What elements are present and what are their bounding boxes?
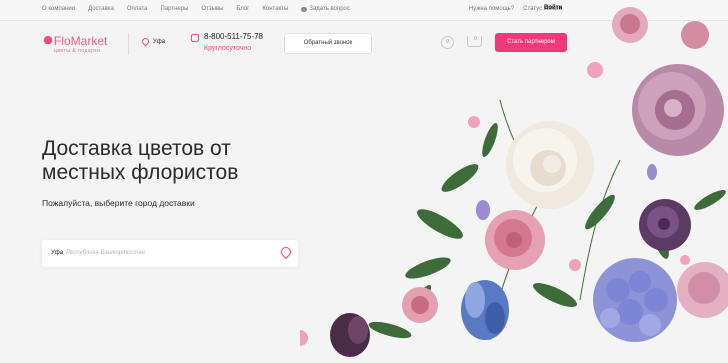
pink-rose-middle: [485, 210, 545, 270]
phone-number[interactable]: 8-800-511-75-78: [204, 32, 263, 41]
logo-name: FloMarket: [54, 34, 108, 48]
nav-link-payment[interactable]: Оплата: [127, 6, 148, 12]
white-peony: [506, 121, 594, 209]
nav-link-blog[interactable]: Блог: [236, 6, 249, 12]
map-pin-icon[interactable]: [278, 244, 294, 260]
nav-link-partners[interactable]: Партнеры: [161, 6, 189, 12]
city-selector[interactable]: Уфа: [140, 36, 166, 47]
logo-tagline: цветы & подарки: [54, 48, 101, 54]
region-placeholder: Республика Башкортостан: [66, 250, 146, 256]
pink-rose-top: [612, 7, 709, 49]
phone-icon: [191, 34, 199, 42]
hero-title: Доставка цветов от местных флористов: [42, 137, 239, 184]
blue-hydrangea: [593, 258, 677, 342]
header-divider: [128, 33, 129, 55]
dark-tulip: [330, 313, 370, 357]
hero-subtitle: Пожалуйста, выберите город доставки: [42, 198, 195, 208]
purple-rose: [639, 199, 691, 251]
nav-link-reviews[interactable]: Отзывы: [201, 6, 223, 12]
city-label: Уфа: [153, 38, 166, 45]
nav-link-delivery[interactable]: Доставка: [88, 6, 114, 12]
blue-iris: [461, 280, 509, 340]
location-pin-icon: [140, 36, 151, 47]
city-input-value: Уфа: [51, 250, 64, 256]
nav-link-contacts[interactable]: Контакты: [262, 6, 288, 12]
flower-logo-icon: [44, 36, 52, 44]
city-search-input[interactable]: Уфа Республика Башкортостан: [42, 240, 298, 267]
pink-peony-top: [632, 64, 724, 156]
pink-carnation: [402, 287, 438, 323]
nav-link-about[interactable]: О компании: [42, 6, 75, 12]
pink-rose-right: [677, 262, 728, 318]
phone-hours: Круглосуточно: [204, 45, 252, 52]
flower-bouquet-illustration: [300, 7, 728, 357]
